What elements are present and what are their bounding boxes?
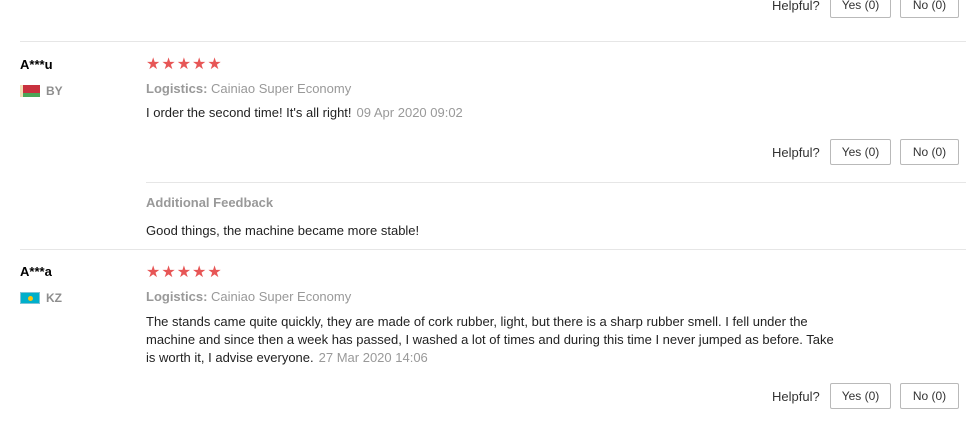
helpful-no-button[interactable]: No (0) (900, 0, 959, 18)
reviewer-name: A***u (20, 57, 53, 72)
helpful-yes-button[interactable]: Yes (0) (830, 383, 891, 409)
country-code: KZ (46, 291, 62, 305)
helpful-no-button[interactable]: No (0) (900, 383, 959, 409)
review-date: 09 Apr 2020 09:02 (356, 105, 463, 120)
review-text: The stands came quite quickly, they are … (146, 313, 906, 367)
helpful-label: Helpful? (772, 389, 820, 404)
logistics-label: Logistics: (146, 289, 208, 304)
reviewer-name: A***a (20, 264, 52, 279)
helpful-yes-button[interactable]: Yes (0) (830, 139, 891, 165)
helpful-label: Helpful? (772, 145, 820, 160)
additional-feedback-text: Good things, the machine became more sta… (146, 223, 420, 238)
review-divider (20, 249, 966, 250)
reviewer-country: BY (20, 84, 63, 98)
review-body: I order the second time! It's all right! (146, 105, 352, 120)
review-line: is worth it, I advise everyone. (146, 350, 314, 365)
star-rating: ★★★★★ (146, 56, 223, 73)
logistics-label: Logistics: (146, 81, 208, 96)
helpful-label: Helpful? (772, 0, 820, 13)
review-line-last: is worth it, I advise everyone. 27 Mar 20… (146, 349, 906, 367)
flag-by-icon (20, 85, 40, 97)
additional-feedback-divider (146, 182, 966, 183)
logistics-info: Logistics: Cainiao Super Economy (146, 81, 351, 97)
additional-feedback-title: Additional Feedback (146, 195, 274, 210)
review-text: I order the second time! It's all right!… (146, 104, 463, 122)
review-divider (20, 41, 966, 42)
helpful-yes-button[interactable]: Yes (0) (830, 0, 891, 18)
reviewer-country: KZ (20, 291, 62, 305)
helpful-no-button[interactable]: No (0) (900, 139, 959, 165)
review-line: The stands came quite quickly, they are … (146, 314, 808, 329)
star-rating: ★★★★★ (146, 264, 223, 281)
review-line: machine and since then a week has passed… (146, 332, 834, 347)
logistics-info: Logistics: Cainiao Super Economy (146, 289, 351, 305)
logistics-value: Cainiao Super Economy (211, 81, 352, 96)
logistics-value: Cainiao Super Economy (211, 289, 352, 304)
country-code: BY (46, 84, 63, 98)
review-date: 27 Mar 2020 14:06 (318, 350, 428, 365)
flag-kz-icon (20, 292, 40, 304)
